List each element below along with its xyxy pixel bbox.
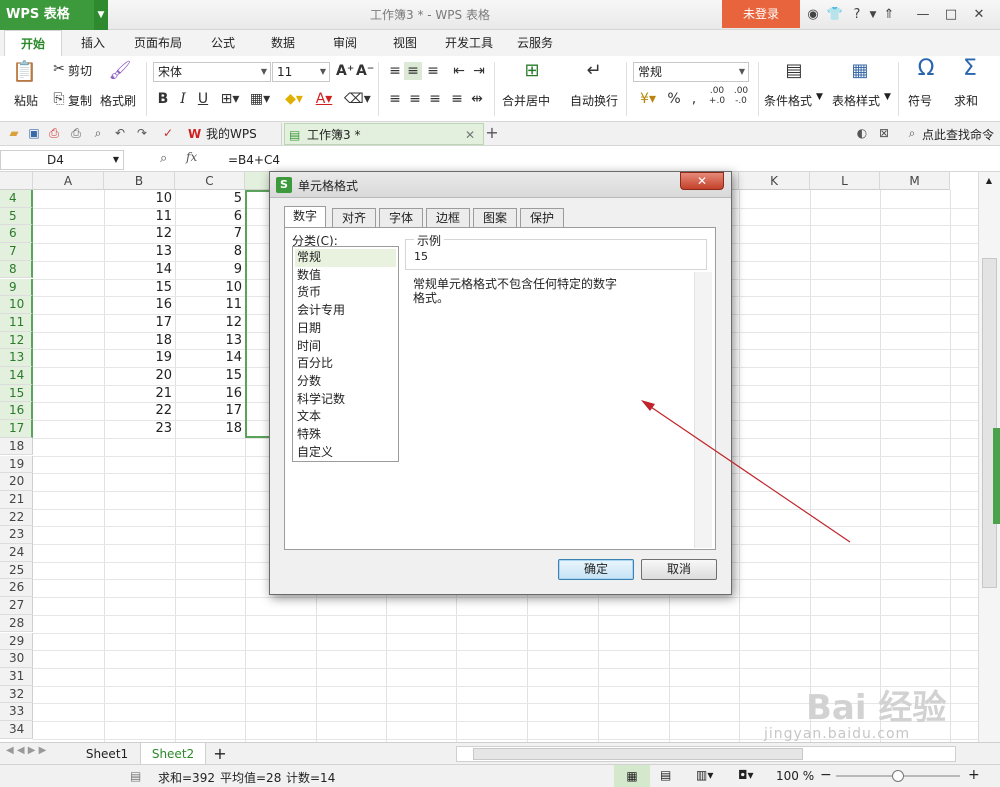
arrow-head bbox=[641, 400, 655, 411]
annotation-arrow bbox=[641, 400, 851, 543]
arrow-shaft bbox=[647, 404, 851, 543]
wps-spreadsheet-window: WPS 表格 ▼ 工作簿3 * - WPS 表格 未登录 ◉ 👕 ? ▼ ⇑ —… bbox=[0, 0, 1000, 787]
